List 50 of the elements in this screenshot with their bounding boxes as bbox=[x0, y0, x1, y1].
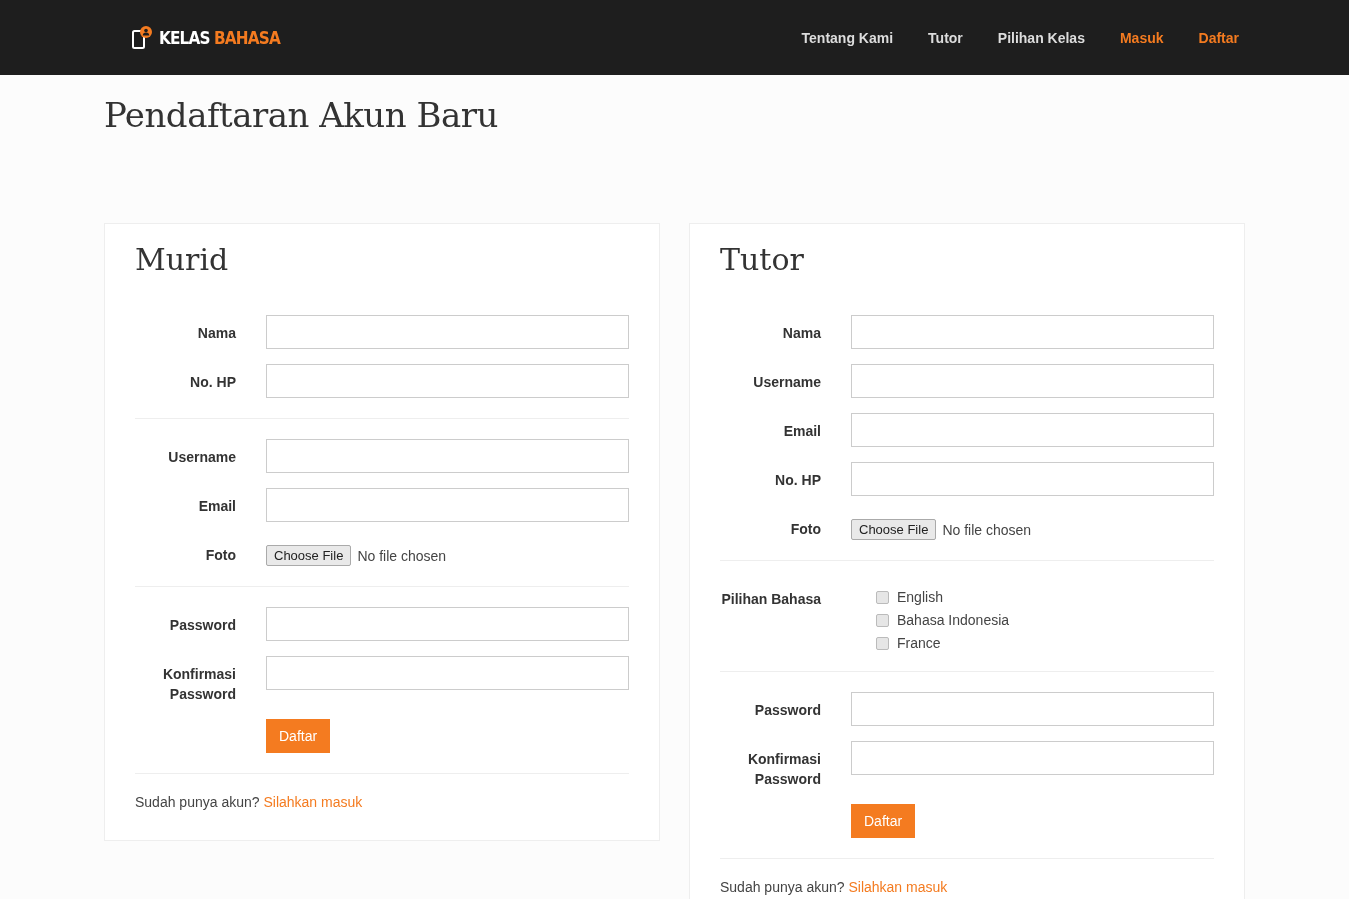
nav-link[interactable]: Tentang Kami bbox=[801, 29, 894, 46]
page-title: Pendaftaran Akun Baru bbox=[104, 95, 499, 135]
input-field[interactable] bbox=[851, 462, 1214, 496]
login-prompt: Sudah punya akun? Silahkan masuk bbox=[720, 879, 949, 895]
input-field[interactable] bbox=[266, 488, 629, 522]
input-field[interactable] bbox=[851, 741, 1214, 775]
nav-link[interactable]: Masuk bbox=[1119, 29, 1164, 46]
checkbox-label: English bbox=[897, 589, 943, 605]
panel-title: Tutor bbox=[720, 242, 805, 277]
logo-text: BAHASA bbox=[213, 27, 280, 48]
input-field[interactable] bbox=[851, 413, 1214, 447]
input-field[interactable] bbox=[851, 315, 1214, 349]
input-field[interactable] bbox=[266, 439, 629, 473]
field-label: Nama bbox=[781, 324, 821, 343]
field-label: No. HP bbox=[774, 471, 821, 490]
field-label: Username bbox=[752, 373, 821, 392]
file-status: No file chosen bbox=[357, 547, 447, 564]
field-label: Konfirmasi Password bbox=[161, 665, 236, 704]
choose-file-button[interactable]: Choose File bbox=[851, 519, 937, 540]
panel-title: Murid bbox=[135, 242, 230, 277]
field-label: Foto bbox=[204, 546, 236, 565]
nav-link[interactable]: Pilihan Kelas bbox=[997, 29, 1085, 46]
field-label: Password bbox=[168, 616, 236, 635]
input-field[interactable] bbox=[851, 692, 1214, 726]
nav-link[interactable]: Tutor bbox=[928, 29, 963, 46]
logo-icon bbox=[132, 25, 154, 50]
input-field[interactable] bbox=[266, 607, 629, 641]
input-field[interactable] bbox=[266, 364, 629, 398]
checkbox-label: Bahasa Indonesia bbox=[897, 612, 1010, 628]
input-field[interactable] bbox=[266, 315, 629, 349]
field-label: Pilihan Bahasa bbox=[720, 590, 821, 609]
choose-file-button[interactable]: Choose File bbox=[266, 545, 352, 566]
field-label: Nama bbox=[196, 324, 236, 343]
input-field[interactable] bbox=[851, 364, 1214, 398]
field-label: Password bbox=[753, 701, 821, 720]
file-status: No file chosen bbox=[942, 521, 1032, 538]
field-label: No. HP bbox=[189, 373, 236, 392]
field-label: Username bbox=[167, 448, 236, 467]
checkbox[interactable] bbox=[876, 636, 889, 650]
field-label: Foto bbox=[789, 520, 821, 539]
input-field[interactable] bbox=[266, 656, 629, 690]
checkbox-label: France bbox=[897, 635, 941, 651]
field-label: Email bbox=[197, 497, 236, 516]
login-prompt: Sudah punya akun? Silahkan masuk bbox=[135, 794, 364, 810]
nav-link[interactable]: Daftar bbox=[1198, 29, 1239, 46]
checkbox[interactable] bbox=[876, 590, 889, 604]
field-label: Email bbox=[782, 422, 821, 441]
checkbox[interactable] bbox=[876, 613, 889, 627]
field-label: Konfirmasi Password bbox=[746, 750, 821, 789]
logo-text: KELAS bbox=[159, 27, 210, 48]
